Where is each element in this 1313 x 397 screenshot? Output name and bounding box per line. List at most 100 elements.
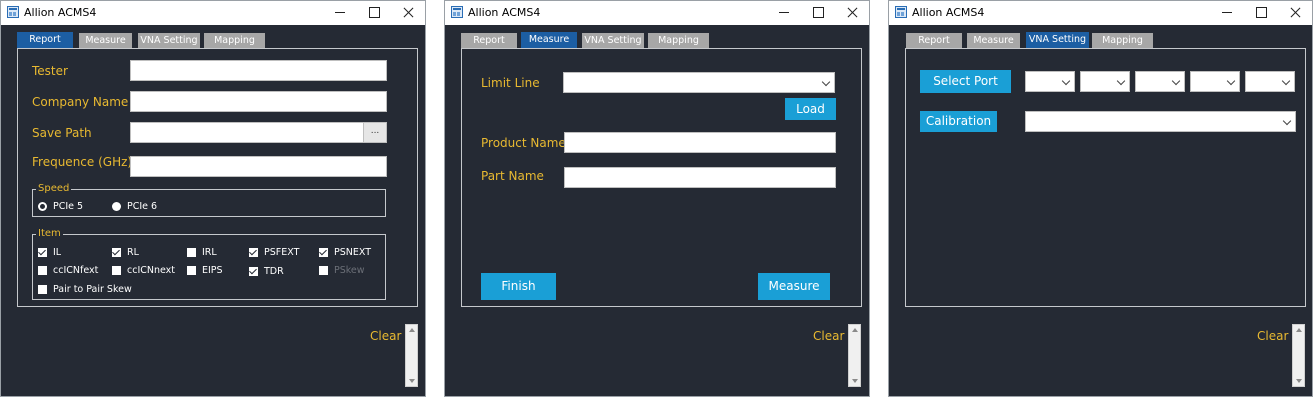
- checkbox-label: PSNEXT: [334, 247, 372, 258]
- checkbox-ccicnnext[interactable]: ccICNnext: [112, 265, 175, 276]
- checkbox-checked-icon: [319, 248, 328, 257]
- tab-measure[interactable]: Measure: [79, 33, 132, 48]
- checkbox-label: EIPS: [202, 265, 223, 276]
- load-button[interactable]: Load: [785, 98, 836, 120]
- title-bar: Allion ACMS4: [889, 1, 1312, 25]
- tab-report[interactable]: Report: [906, 33, 962, 48]
- scroll-up-icon[interactable]: [852, 328, 858, 332]
- close-icon[interactable]: [835, 1, 869, 25]
- close-icon[interactable]: [391, 1, 425, 25]
- minimize-icon[interactable]: [767, 1, 801, 25]
- scroll-down-icon[interactable]: [852, 379, 858, 383]
- app-icon: [895, 6, 907, 18]
- log-scrollbar[interactable]: [405, 324, 418, 387]
- app-icon: [451, 6, 463, 18]
- tester-input[interactable]: [130, 60, 387, 81]
- tab-vna-setting[interactable]: VNA Setting: [138, 33, 200, 48]
- clear-button[interactable]: Clear: [370, 329, 401, 343]
- tab-vna-setting[interactable]: VNA Setting: [1026, 32, 1089, 48]
- checkbox-pair-to-pair-skew[interactable]: Pair to Pair Skew: [38, 284, 132, 295]
- maximize-icon[interactable]: [357, 1, 391, 25]
- scroll-down-icon[interactable]: [1296, 379, 1302, 383]
- minimize-icon[interactable]: [1210, 1, 1244, 25]
- limit-line-select[interactable]: [563, 72, 835, 93]
- tab-measure[interactable]: Measure: [521, 32, 577, 48]
- checkbox-rl[interactable]: RL: [112, 247, 139, 258]
- speed-legend: Speed: [36, 183, 72, 194]
- part-name-label: Part Name: [481, 169, 544, 183]
- radio-label: PCIe 6: [127, 201, 158, 212]
- tab-mapping[interactable]: Mapping: [204, 33, 265, 48]
- checkbox-icon: [112, 266, 121, 275]
- tab-mapping[interactable]: Mapping: [1092, 33, 1153, 48]
- port-select-5[interactable]: [1245, 71, 1295, 92]
- checkbox-pskew[interactable]: PSkew: [319, 265, 365, 276]
- checkbox-ccicnfext[interactable]: ccICNfext: [38, 265, 98, 276]
- product-name-input[interactable]: [564, 132, 836, 153]
- chevron-down-icon: [1281, 76, 1291, 86]
- checkbox-checked-icon: [38, 248, 47, 257]
- chevron-down-icon: [1282, 116, 1292, 126]
- maximize-icon[interactable]: [801, 1, 835, 25]
- window-vna-setting: Allion ACMS4 Report Measure VNA Setting …: [888, 0, 1313, 397]
- finish-button[interactable]: Finish: [481, 273, 556, 300]
- save-path-label: Save Path: [32, 126, 92, 140]
- checkbox-checked-icon: [249, 248, 258, 257]
- chevron-down-icon: [1171, 76, 1181, 86]
- checkbox-eips[interactable]: EIPS: [187, 265, 223, 276]
- checkbox-psnext[interactable]: PSNEXT: [319, 247, 371, 258]
- checkbox-label: Pair to Pair Skew: [53, 284, 132, 295]
- part-name-input[interactable]: [564, 167, 836, 188]
- scroll-up-icon[interactable]: [1296, 328, 1302, 332]
- tester-label: Tester: [32, 64, 68, 78]
- radio-checked-icon: [38, 202, 47, 211]
- tab-vna-setting[interactable]: VNA Setting: [582, 33, 644, 48]
- save-path-input[interactable]: [130, 122, 364, 143]
- window-report: Allion ACMS4 Report Measure VNA Setting …: [0, 0, 426, 397]
- tab-report[interactable]: Report: [461, 33, 517, 48]
- minimize-icon[interactable]: [323, 1, 357, 25]
- tab-mapping[interactable]: Mapping: [648, 33, 709, 48]
- radio-pcie5[interactable]: PCIe 5: [38, 201, 83, 212]
- port-select-2[interactable]: [1080, 71, 1130, 92]
- clear-button[interactable]: Clear: [1257, 329, 1288, 343]
- radio-pcie6[interactable]: PCIe 6: [112, 201, 157, 212]
- checkbox-label: ccICNnext: [127, 265, 176, 276]
- clear-button[interactable]: Clear: [813, 329, 844, 343]
- close-icon[interactable]: [1278, 1, 1312, 25]
- checkbox-il[interactable]: IL: [38, 247, 61, 258]
- company-name-label: Company Name: [32, 95, 129, 109]
- window-title: Allion ACMS4: [468, 6, 541, 19]
- log-scrollbar[interactable]: [848, 324, 861, 387]
- measure-button[interactable]: Measure: [758, 273, 830, 300]
- checkbox-icon: [38, 285, 47, 294]
- checkbox-label: IRL: [202, 247, 217, 258]
- radio-label: PCIe 5: [53, 201, 84, 212]
- scroll-up-icon[interactable]: [409, 328, 415, 332]
- select-port-button[interactable]: Select Port: [920, 70, 1011, 93]
- port-select-4[interactable]: [1190, 71, 1240, 92]
- log-scrollbar[interactable]: [1292, 324, 1305, 387]
- window-measure: Allion ACMS4 Report Measure VNA Setting …: [444, 0, 870, 397]
- scroll-down-icon[interactable]: [409, 379, 415, 383]
- checkbox-psfext[interactable]: PSFEXT: [249, 247, 299, 258]
- app-icon: [7, 6, 19, 18]
- product-name-label: Product Name: [481, 136, 566, 150]
- maximize-icon[interactable]: [1244, 1, 1278, 25]
- calibration-button[interactable]: Calibration: [920, 111, 997, 132]
- window-title: Allion ACMS4: [912, 6, 985, 19]
- tab-report[interactable]: Report: [17, 32, 73, 48]
- checkbox-irl[interactable]: IRL: [187, 247, 217, 258]
- chevron-down-icon: [1116, 76, 1126, 86]
- tab-measure[interactable]: Measure: [967, 33, 1020, 48]
- checkbox-tdr[interactable]: TDR: [249, 266, 284, 277]
- checkbox-icon: [187, 266, 196, 275]
- calibration-select[interactable]: [1025, 111, 1296, 132]
- company-name-input[interactable]: [130, 91, 387, 112]
- frequence-label: Frequence (GHz): [32, 155, 133, 169]
- port-select-1[interactable]: [1025, 71, 1075, 92]
- port-select-3[interactable]: [1135, 71, 1185, 92]
- radio-icon: [112, 202, 121, 211]
- browse-button[interactable]: ...: [363, 122, 387, 143]
- frequence-input[interactable]: [130, 156, 387, 177]
